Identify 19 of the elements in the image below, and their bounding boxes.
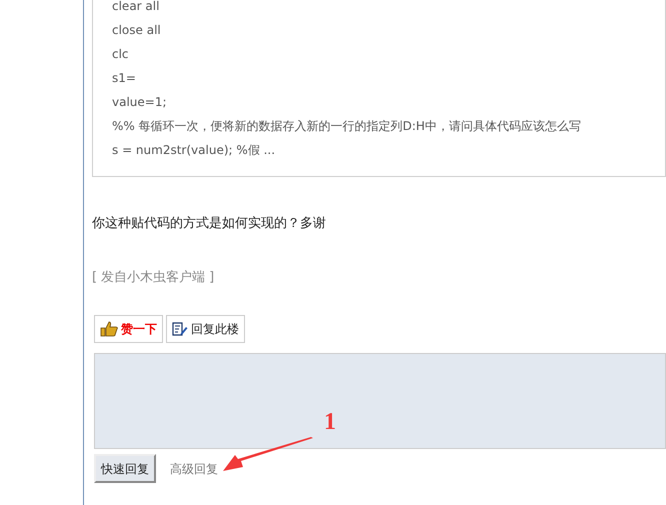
code-line: clc bbox=[112, 46, 130, 63]
edit-icon bbox=[172, 322, 188, 336]
like-button[interactable]: 赞一下 bbox=[94, 315, 163, 343]
code-line: close all bbox=[112, 22, 162, 39]
source-text: 发自小木虫客户端 bbox=[101, 269, 206, 287]
message-text: 你这种贴代码的方式是如何实现的？多谢 bbox=[92, 215, 327, 233]
code-line: s = num2str(value); %假 ... bbox=[112, 142, 276, 159]
code-line: clear all bbox=[112, 0, 160, 15]
bracket: [ bbox=[92, 269, 98, 287]
code-line: s1= bbox=[112, 70, 137, 87]
annotation-number: 1 bbox=[324, 408, 336, 436]
bracket: ] bbox=[209, 269, 214, 287]
reply-textarea[interactable] bbox=[94, 353, 666, 449]
quick-reply-button[interactable]: 快速回复 bbox=[94, 454, 156, 483]
code-line: %% 每循环一次，便将新的数据存入新的一行的指定列D:H中，请问具体代码应该怎么写 bbox=[112, 118, 582, 135]
reply-button[interactable]: 回复此楼 bbox=[166, 315, 245, 343]
thumbs-up-icon bbox=[100, 321, 118, 337]
advanced-reply-link[interactable]: 高级回复 bbox=[170, 460, 218, 478]
code-line: value=1; bbox=[112, 94, 168, 111]
